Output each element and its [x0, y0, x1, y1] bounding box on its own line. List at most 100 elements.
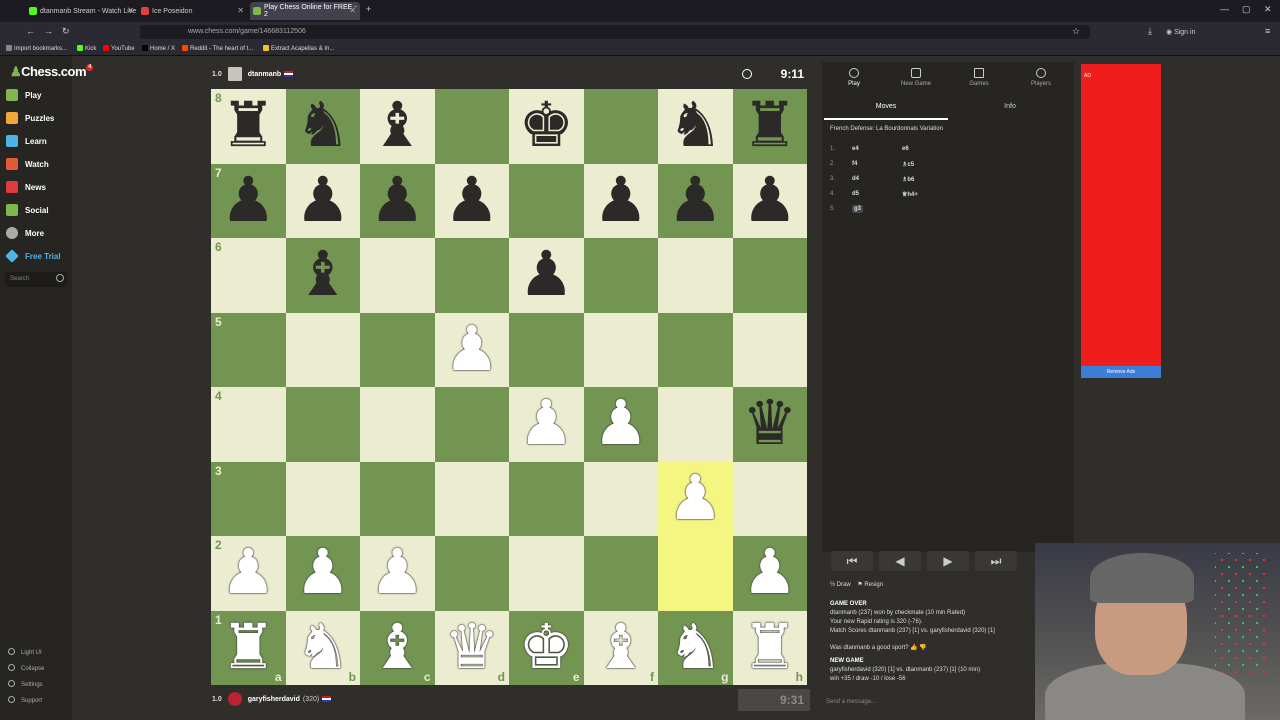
new-tab-button[interactable]: +: [366, 4, 371, 14]
white-pawn-icon[interactable]: ♟: [220, 542, 276, 604]
black-move[interactable]: ♗b6: [902, 176, 952, 183]
square-g7[interactable]: ♟: [658, 163, 733, 238]
white-pawn-icon[interactable]: ♟: [667, 467, 723, 530]
square-d3[interactable]: [434, 461, 509, 536]
last-move-button[interactable]: ⏭: [975, 551, 1017, 571]
forward-icon[interactable]: →: [44, 26, 53, 36]
bookmark-kick[interactable]: Kick: [77, 45, 96, 52]
square-a8[interactable]: 8 ♜: [211, 89, 286, 164]
tab-players[interactable]: Players: [1011, 68, 1071, 87]
white-bishop-icon[interactable]: ♝: [593, 616, 649, 679]
avatar[interactable]: [227, 692, 242, 706]
bookmark-reddit[interactable]: Reddit - The heart of t...: [182, 45, 253, 52]
menu-icon[interactable]: ≡: [1265, 26, 1270, 36]
back-icon[interactable]: ←: [26, 26, 35, 36]
reload-icon[interactable]: ↻: [62, 26, 70, 37]
advertisement[interactable]: AD: [1081, 64, 1161, 366]
close-window-icon[interactable]: ✕: [1264, 4, 1272, 15]
black-pawn-icon[interactable]: ♟: [593, 169, 649, 232]
white-queen-icon[interactable]: ♛: [444, 616, 500, 679]
square-h1[interactable]: h ♜: [732, 610, 807, 685]
black-pawn-icon[interactable]: ♟: [667, 169, 723, 232]
square-g3[interactable]: ♟: [658, 461, 733, 536]
square-d4[interactable]: [434, 387, 509, 462]
maximize-icon[interactable]: ▢: [1242, 4, 1251, 15]
white-knight-icon[interactable]: ♞: [667, 616, 723, 679]
bookmark-import[interactable]: Import bookmarks...: [6, 45, 67, 52]
black-move[interactable]: e6: [902, 146, 952, 152]
square-b1[interactable]: b ♞: [285, 610, 360, 685]
square-f8[interactable]: [583, 89, 658, 164]
white-move[interactable]: e4: [852, 146, 902, 152]
square-e3[interactable]: [509, 461, 584, 536]
square-g1[interactable]: g ♞: [658, 610, 733, 685]
square-e1[interactable]: e ♚: [509, 610, 584, 685]
sidebar-item-support[interactable]: Support: [8, 696, 42, 704]
black-rook-icon[interactable]: ♜: [742, 95, 798, 157]
white-move[interactable]: d4: [852, 176, 902, 182]
black-move[interactable]: ♕h4+: [902, 191, 952, 198]
black-pawn-icon[interactable]: ♟: [369, 169, 425, 232]
subtab-moves[interactable]: Moves: [824, 100, 948, 120]
sidebar-search-input[interactable]: Search: [5, 272, 67, 287]
square-c6[interactable]: [360, 238, 435, 313]
black-knight-icon[interactable]: ♞: [667, 95, 723, 157]
square-b2[interactable]: ♟: [285, 536, 360, 611]
sidebar-item-puzzles[interactable]: Puzzles: [6, 109, 54, 127]
black-pawn-icon[interactable]: ♟: [295, 169, 351, 232]
square-c1[interactable]: c ♝: [360, 610, 435, 685]
square-a7[interactable]: 7 ♟: [211, 163, 286, 238]
square-c8[interactable]: ♝: [360, 89, 435, 164]
square-d1[interactable]: d ♛: [434, 610, 509, 685]
square-f4[interactable]: ♟: [583, 387, 658, 462]
square-a4[interactable]: 4: [211, 387, 286, 462]
browser-tab-chess[interactable]: Play Chess Online for FREE - 2 ✕: [250, 2, 360, 20]
black-rook-icon[interactable]: ♜: [220, 95, 276, 157]
square-c2[interactable]: ♟: [360, 536, 435, 611]
close-tab-icon[interactable]: ✕: [127, 6, 134, 15]
square-b8[interactable]: ♞: [285, 89, 360, 164]
black-move[interactable]: ♗c5: [902, 161, 952, 168]
black-pawn-icon[interactable]: ♟: [444, 169, 500, 232]
square-e8[interactable]: ♚: [509, 89, 584, 164]
tab-games[interactable]: Games: [949, 68, 1009, 87]
subtab-info[interactable]: Info: [948, 100, 1072, 120]
white-rook-icon[interactable]: ♜: [220, 616, 276, 679]
square-c5[interactable]: [360, 312, 435, 387]
white-move[interactable]: f4: [852, 161, 902, 167]
white-king-icon[interactable]: ♚: [518, 616, 574, 679]
square-b5[interactable]: [285, 312, 360, 387]
square-a3[interactable]: 3: [211, 461, 286, 536]
square-h7[interactable]: ♟: [732, 163, 807, 238]
next-move-button[interactable]: ▶: [927, 551, 969, 571]
bookmark-x[interactable]: Home / X: [142, 45, 175, 52]
square-d7[interactable]: ♟: [434, 163, 509, 238]
square-f7[interactable]: ♟: [583, 163, 658, 238]
square-e7[interactable]: [509, 163, 584, 238]
bookmark-acapellas[interactable]: Extract Acapellas & In...: [263, 45, 334, 52]
signin-button[interactable]: ◉ Sign in: [1166, 28, 1195, 36]
first-move-button[interactable]: ⏮: [831, 551, 873, 571]
square-e6[interactable]: ♟: [509, 238, 584, 313]
white-move[interactable]: g3: [852, 205, 902, 213]
black-pawn-icon[interactable]: ♟: [220, 169, 276, 232]
square-c3[interactable]: [360, 461, 435, 536]
square-e2[interactable]: [509, 536, 584, 611]
browser-tab-kick[interactable]: dtanmanb Stream - Watch Live ✕: [26, 2, 138, 20]
square-g2[interactable]: [658, 536, 733, 611]
sidebar-item-news[interactable]: News: [6, 178, 46, 196]
white-bishop-icon[interactable]: ♝: [369, 616, 425, 679]
remove-ads-button[interactable]: Remove Ads: [1081, 366, 1161, 378]
black-knight-icon[interactable]: ♞: [295, 95, 351, 157]
white-rook-icon[interactable]: ♜: [742, 616, 798, 679]
black-bishop-icon[interactable]: ♝: [369, 95, 425, 157]
top-player-name[interactable]: dtanmanb: [248, 71, 281, 78]
thumbs-down-icon[interactable]: 👎: [919, 645, 926, 651]
square-b7[interactable]: ♟: [285, 163, 360, 238]
close-tab-icon[interactable]: ✕: [237, 6, 244, 15]
square-d2[interactable]: [434, 536, 509, 611]
square-h6[interactable]: [732, 238, 807, 313]
square-g8[interactable]: ♞: [658, 89, 733, 164]
black-pawn-icon[interactable]: ♟: [742, 169, 798, 232]
resign-button[interactable]: ⚑ Resign: [857, 582, 883, 588]
